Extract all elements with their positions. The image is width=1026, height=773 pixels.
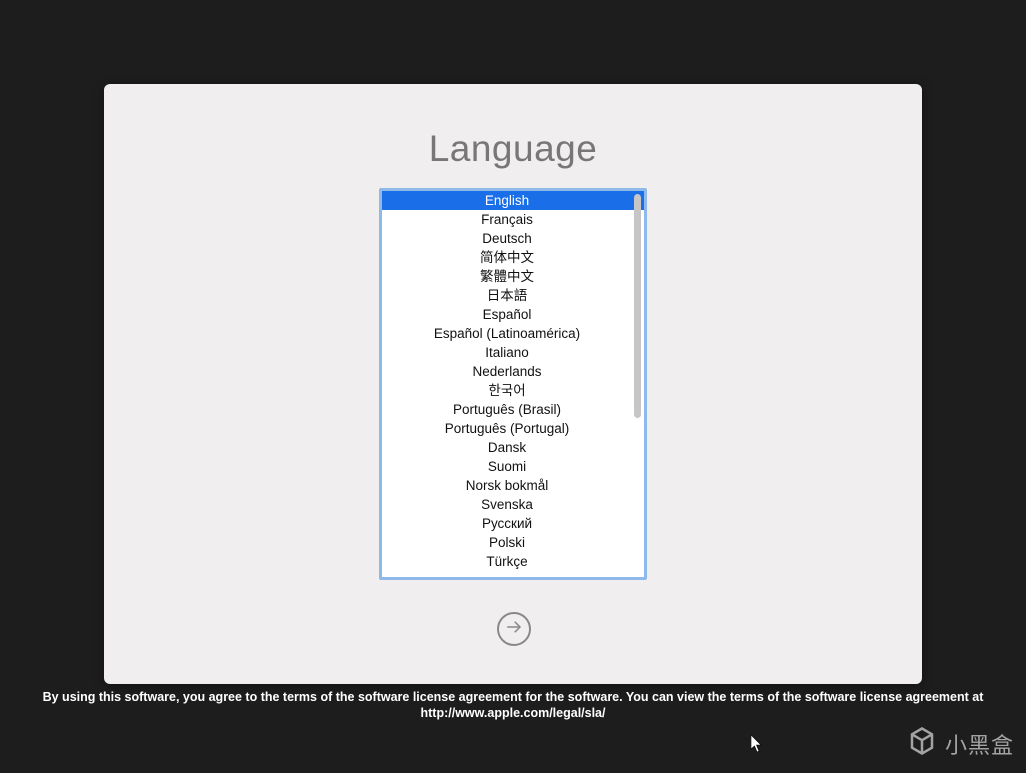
language-option[interactable]: 简体中文 (382, 248, 644, 267)
language-option[interactable]: 한국어 (382, 381, 644, 400)
language-option[interactable]: Suomi (382, 457, 644, 476)
language-option[interactable]: Norsk bokmål (382, 476, 644, 495)
language-option[interactable]: 日本語 (382, 286, 644, 305)
language-option[interactable]: Français (382, 210, 644, 229)
language-option[interactable]: Nederlands (382, 362, 644, 381)
legal-text: By using this software, you agree to the… (0, 689, 1026, 721)
language-option[interactable]: Português (Portugal) (382, 419, 644, 438)
language-option[interactable]: Polski (382, 533, 644, 552)
language-list-inner: EnglishFrançaisDeutsch简体中文繁體中文日本語Español… (382, 191, 644, 577)
arrow-right-icon (505, 618, 523, 641)
language-option[interactable]: Türkçe (382, 552, 644, 571)
language-option[interactable]: Dansk (382, 438, 644, 457)
watermark: 小黑盒 (907, 726, 1014, 761)
language-option[interactable]: Svenska (382, 495, 644, 514)
language-option[interactable]: English (382, 191, 644, 210)
watermark-text: 小黑盒 (945, 728, 1014, 760)
mouse-cursor-icon (751, 735, 763, 753)
scrollbar-thumb[interactable] (634, 194, 641, 418)
language-option[interactable]: Русский (382, 514, 644, 533)
language-option[interactable]: Deutsch (382, 229, 644, 248)
language-option[interactable]: Español (382, 305, 644, 324)
language-list[interactable]: EnglishFrançaisDeutsch简体中文繁體中文日本語Español… (379, 188, 647, 580)
page-title: Language (104, 128, 922, 170)
continue-button[interactable] (497, 612, 531, 646)
language-option[interactable]: Português (Brasil) (382, 400, 644, 419)
language-option[interactable]: Español (Latinoamérica) (382, 324, 644, 343)
language-option[interactable]: 繁體中文 (382, 267, 644, 286)
language-option[interactable]: Italiano (382, 343, 644, 362)
setup-panel: Language EnglishFrançaisDeutsch简体中文繁體中文日… (104, 84, 922, 684)
watermark-icon (907, 726, 937, 761)
